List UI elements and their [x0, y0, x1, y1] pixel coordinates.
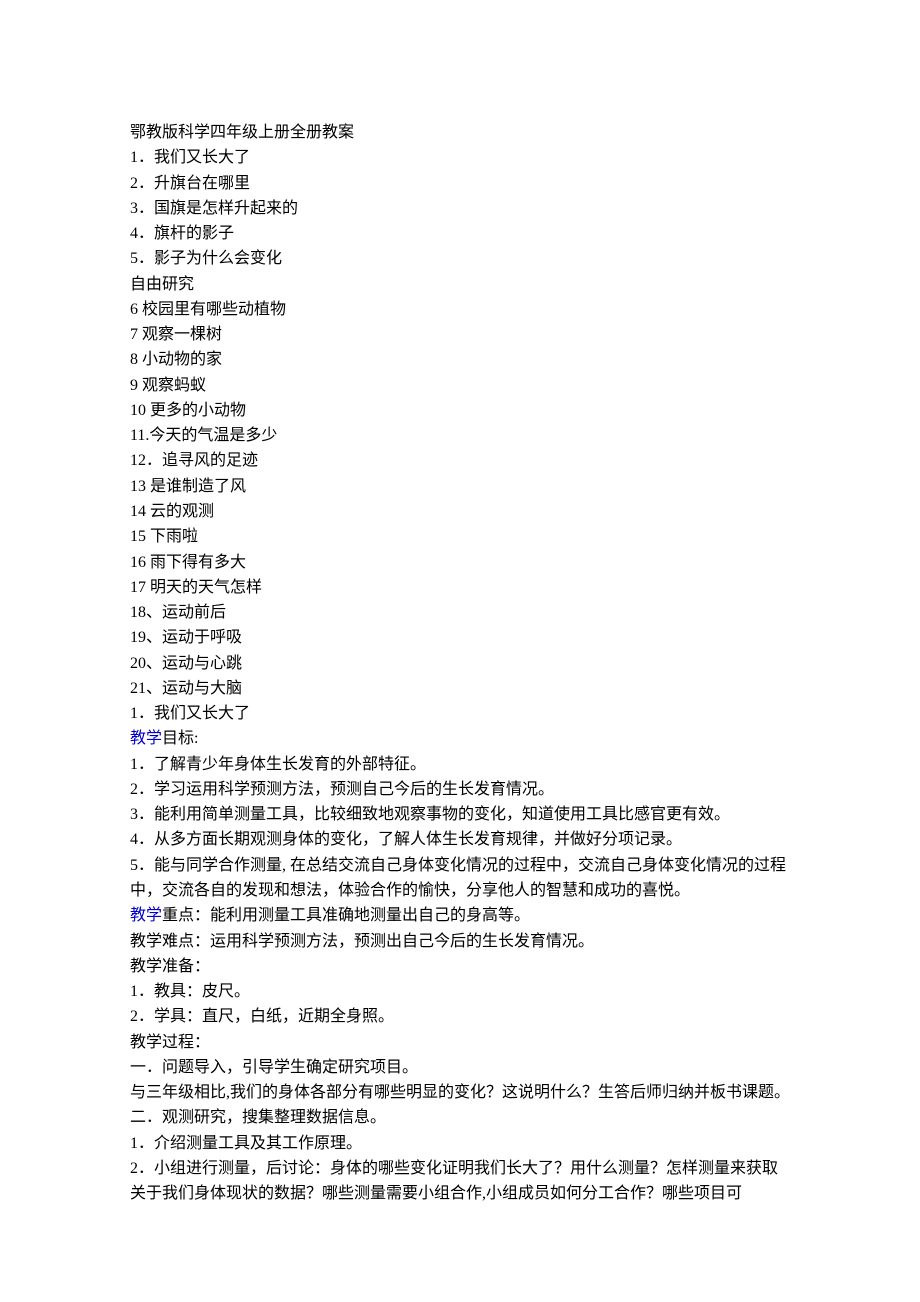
- goal-item: 1．了解青少年身体生长发育的外部特征。: [130, 752, 790, 777]
- process-item: 一．问题导入，引导学生确定研究项目。: [130, 1055, 790, 1080]
- document-title: 鄂教版科学四年级上册全册教案: [130, 120, 790, 145]
- toc-item: 14 云的观测: [130, 499, 790, 524]
- goals-label: 教学目标:: [130, 726, 790, 751]
- process-label: 教学过程：: [130, 1030, 790, 1055]
- prep-label: 教学准备：: [130, 954, 790, 979]
- process-item: 2．小组进行测量，后讨论：身体的哪些变化证明我们长大了？用什么测量？怎样测量来获…: [130, 1156, 790, 1207]
- toc-item: 6 校园里有哪些动植物: [130, 297, 790, 322]
- toc-item: 9 观察蚂蚁: [130, 373, 790, 398]
- toc-item: 3．国旗是怎样升起来的: [130, 196, 790, 221]
- prep-item: 1．教具：皮尺。: [130, 979, 790, 1004]
- toc-item: 17 明天的天气怎样: [130, 575, 790, 600]
- toc-item: 12．追寻风的足迹: [130, 448, 790, 473]
- toc-item: 7 观察一棵树: [130, 322, 790, 347]
- process-item: 与三年级相比,我们的身体各部分有哪些明显的变化？这说明什么？生答后师归纳并板书课…: [130, 1080, 790, 1105]
- difficulty-line: 教学难点：运用科学预测方法，预测出自己今后的生长发育情况。: [130, 929, 790, 954]
- toc-item: 自由研究: [130, 272, 790, 297]
- goals-label-suffix: 目标:: [162, 730, 198, 747]
- toc-item: 13 是谁制造了风: [130, 474, 790, 499]
- toc-item: 2．升旗台在哪里: [130, 171, 790, 196]
- toc-item: 15 下雨啦: [130, 524, 790, 549]
- toc-item: 10 更多的小动物: [130, 398, 790, 423]
- toc-item: 18、运动前后: [130, 600, 790, 625]
- toc-item: 4．旗杆的影子: [130, 221, 790, 246]
- toc-item: 1．我们又长大了: [130, 145, 790, 170]
- toc-item: 21、运动与大脑: [130, 676, 790, 701]
- keypoint-prefix: 教学: [130, 907, 162, 924]
- keypoint-suffix: 重点：能利用测量工具准确地测量出自己的身高等。: [162, 907, 530, 924]
- lesson-heading: 1．我们又长大了: [130, 701, 790, 726]
- toc-item: 8 小动物的家: [130, 347, 790, 372]
- goal-item: 5．能与同学合作测量, 在总结交流自己身体变化情况的过程中，交流自己身体变化情况…: [130, 853, 790, 904]
- toc-item: 19、运动于呼吸: [130, 625, 790, 650]
- process-item: 1．介绍测量工具及其工作原理。: [130, 1131, 790, 1156]
- goal-item: 3．能利用简单测量工具，比较细致地观察事物的变化，知道使用工具比感官更有效。: [130, 802, 790, 827]
- toc-item: 11.今天的气温是多少: [130, 423, 790, 448]
- toc-item: 20、运动与心跳: [130, 651, 790, 676]
- toc-item: 16 雨下得有多大: [130, 550, 790, 575]
- prep-item: 2．学具：直尺，白纸，近期全身照。: [130, 1004, 790, 1029]
- process-item: 二．观测研究，搜集整理数据信息。: [130, 1105, 790, 1130]
- goal-item: 2．学习运用科学预测方法，预测自己今后的生长发育情况。: [130, 777, 790, 802]
- toc-item: 5．影子为什么会变化: [130, 246, 790, 271]
- keypoint-line: 教学重点：能利用测量工具准确地测量出自己的身高等。: [130, 903, 790, 928]
- goals-label-prefix: 教学: [130, 730, 162, 747]
- goal-item: 4．从多方面长期观测身体的变化，了解人体生长发育规律，并做好分项记录。: [130, 827, 790, 852]
